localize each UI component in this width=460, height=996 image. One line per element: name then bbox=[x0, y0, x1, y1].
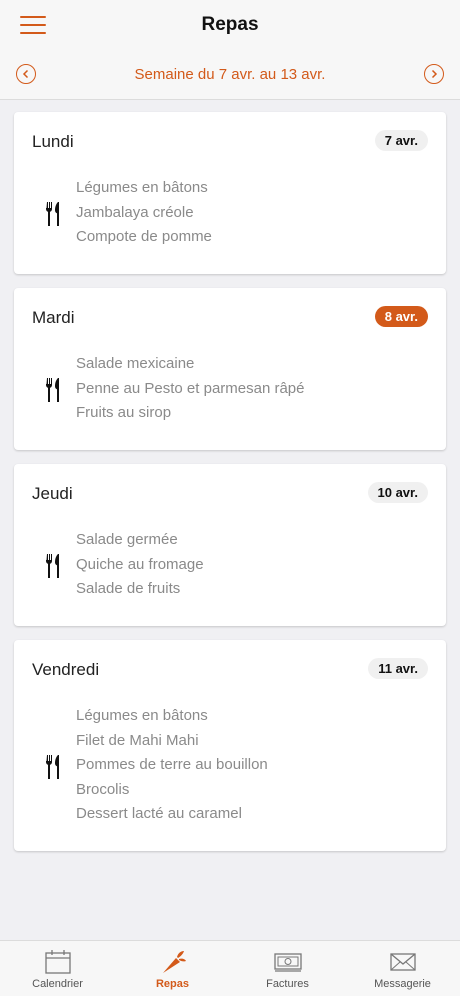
menu-item: Dessert lacté au caramel bbox=[76, 805, 242, 822]
app-header: Repas Semaine du 7 avr. au 13 avr. bbox=[0, 0, 460, 100]
menu-item: Filet de Mahi Mahi bbox=[76, 731, 199, 749]
menu-item: Jambalaya créole bbox=[76, 203, 194, 221]
day-card[interactable]: Mardi 8 avr. Salade mexicaine Penne au P… bbox=[14, 288, 446, 450]
tab-calendrier[interactable]: Calendrier bbox=[0, 941, 115, 996]
menu-item: Salade de fruits bbox=[76, 580, 181, 597]
day-name: Lundi bbox=[32, 132, 74, 151]
tab-label: Calendrier bbox=[32, 978, 83, 990]
day-card[interactable]: Jeudi 10 avr. Salade germée Quiche au fr… bbox=[14, 464, 446, 626]
day-card[interactable]: Lundi 7 avr. Légumes en bâtons Jambalaya… bbox=[14, 112, 446, 274]
menu-item: Fruits au sirop bbox=[76, 404, 172, 421]
fork-knife-icon bbox=[46, 202, 59, 226]
menu-item: Légumes en bâtons bbox=[76, 179, 208, 196]
page-title: Repas bbox=[201, 14, 259, 35]
day-name: Jeudi bbox=[32, 484, 73, 503]
tab-bar: Calendrier Repas Factures Messagerie bbox=[0, 940, 460, 996]
menu-item: Salade mexicaine bbox=[76, 355, 195, 372]
week-label: Semaine du 7 avr. au 13 avr. bbox=[134, 66, 326, 83]
calendar-icon bbox=[44, 950, 71, 974]
tab-factures[interactable]: Factures bbox=[230, 941, 345, 996]
tab-label: Messagerie bbox=[374, 978, 431, 990]
tab-repas[interactable]: Repas bbox=[115, 941, 230, 996]
menu-item: Brocolis bbox=[76, 780, 130, 798]
fork-knife-icon bbox=[46, 755, 59, 779]
date-badge: 11 avr. bbox=[368, 658, 428, 679]
day-name: Mardi bbox=[32, 308, 75, 327]
tab-messagerie[interactable]: Messagerie bbox=[345, 941, 460, 996]
meal-list: Lundi 7 avr. Légumes en bâtons Jambalaya… bbox=[14, 112, 446, 865]
tab-label: Factures bbox=[266, 978, 309, 990]
day-name: Vendredi bbox=[32, 660, 100, 679]
menu-item: Quiche au fromage bbox=[76, 555, 204, 573]
date-badge: 7 avr. bbox=[374, 130, 428, 151]
next-week-button[interactable] bbox=[424, 64, 444, 84]
week-navigator: Semaine du 7 avr. au 13 avr. bbox=[0, 62, 460, 88]
date-badge: 10 avr. bbox=[367, 482, 428, 503]
menu-item: Salade germée bbox=[76, 531, 178, 548]
tab-label: Repas bbox=[155, 978, 190, 990]
menu-item: Légumes en bâtons bbox=[76, 707, 208, 724]
day-card[interactable]: Vendredi 11 avr. Légumes en bâtons Filet… bbox=[14, 640, 446, 851]
banknote-icon bbox=[273, 953, 302, 972]
menu-item: Pommes de terre au bouillon bbox=[76, 756, 268, 773]
chevron-right-icon bbox=[431, 69, 438, 79]
envelope-icon bbox=[389, 953, 416, 971]
date-badge-today: 8 avr. bbox=[374, 306, 428, 327]
fork-knife-icon bbox=[46, 378, 59, 402]
menu-item: Penne au Pesto et parmesan râpé bbox=[76, 379, 305, 397]
fork-knife-icon bbox=[46, 554, 59, 578]
menu-item: Compote de pomme bbox=[76, 228, 212, 245]
carrot-icon bbox=[162, 951, 186, 973]
